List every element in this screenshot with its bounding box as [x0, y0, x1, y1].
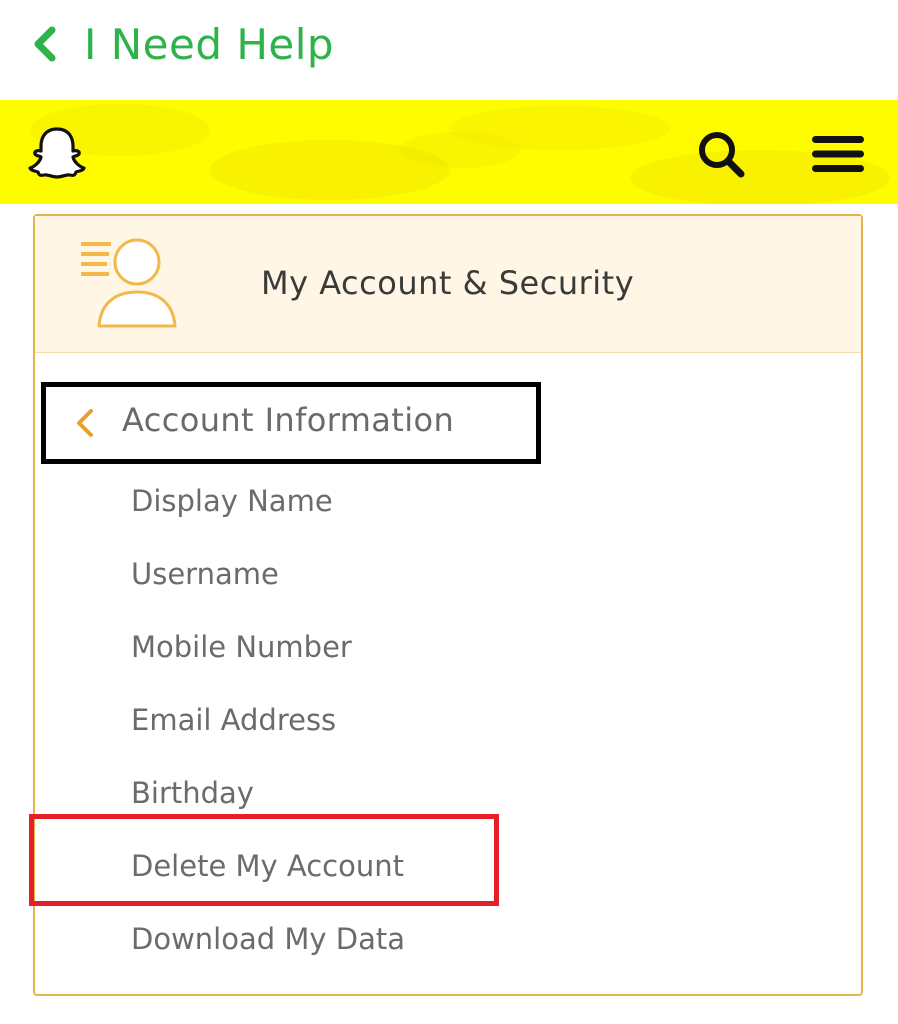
list-item-label: Delete My Account — [131, 848, 404, 883]
list-item-username[interactable]: Username — [35, 537, 861, 610]
card-title: My Account & Security — [261, 264, 635, 302]
list-item-label: Username — [131, 556, 279, 591]
section-header-account-information[interactable]: Account Information — [41, 382, 541, 464]
list-item-label: Birthday — [131, 775, 254, 810]
page-title: I Need Help — [84, 19, 335, 69]
hamburger-menu-icon[interactable] — [810, 134, 866, 174]
list-item-delete-my-account[interactable]: Delete My Account — [35, 829, 861, 902]
help-topic-card: My Account & Security Account Informatio… — [29, 214, 863, 996]
account-profile-icon — [81, 238, 177, 328]
snapchat-ghost-icon[interactable] — [28, 126, 86, 180]
list-item-label: Display Name — [131, 483, 333, 518]
list-item-label: Email Address — [131, 702, 337, 737]
list-item-mobile-number[interactable]: Mobile Number — [35, 610, 861, 683]
search-icon[interactable] — [696, 130, 748, 180]
account-information-list: Display Name Username Mobile Number Emai… — [35, 464, 861, 975]
list-item-display-name[interactable]: Display Name — [35, 464, 861, 537]
card-header[interactable]: My Account & Security — [35, 216, 861, 353]
back-button[interactable]: I Need Help — [28, 12, 334, 76]
top-bar: I Need Help — [0, 0, 898, 100]
list-item-birthday[interactable]: Birthday — [35, 756, 861, 829]
section-title: Account Information — [122, 401, 455, 439]
chevron-left-icon — [34, 26, 56, 62]
site-header — [0, 100, 898, 204]
list-item-label: Mobile Number — [131, 629, 352, 664]
list-item-label: Download My Data — [131, 921, 406, 956]
list-item-download-my-data[interactable]: Download My Data — [35, 902, 861, 975]
header-texture — [0, 100, 898, 204]
help-page: I Need Help My Account & Security Accoun… — [0, 0, 898, 1024]
chevron-left-icon — [77, 409, 93, 437]
list-item-email-address[interactable]: Email Address — [35, 683, 861, 756]
